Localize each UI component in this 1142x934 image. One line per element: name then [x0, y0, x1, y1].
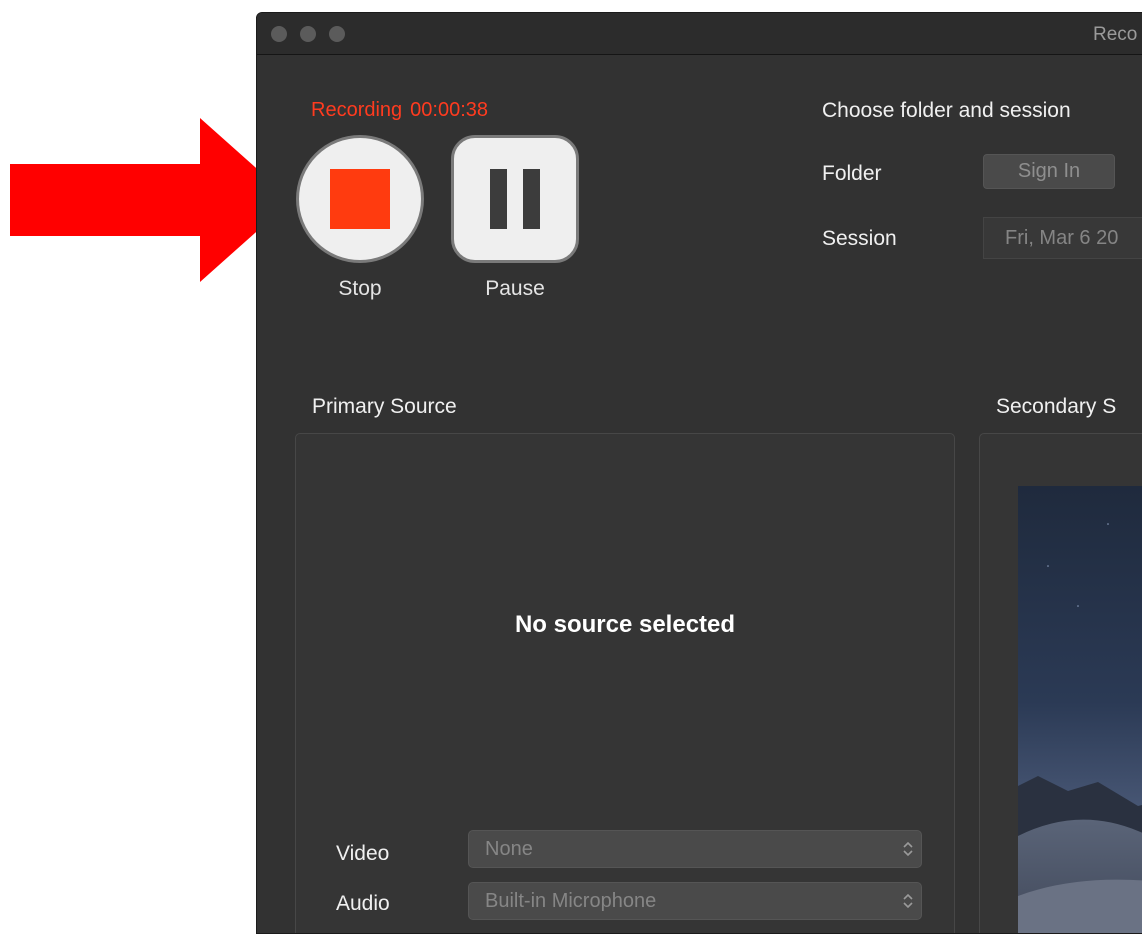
session-label: Session [822, 227, 897, 250]
primary-source-panel: No source selected Video None Audio Buil… [295, 433, 955, 933]
zoom-window-button[interactable] [329, 26, 345, 42]
pause-button[interactable] [451, 135, 579, 263]
audio-select-value: Built-in Microphone [485, 890, 657, 912]
audio-select[interactable]: Built-in Microphone [468, 882, 922, 920]
recorder-window: Reco Recording 00:00:38 Stop Pause Choose… [256, 12, 1142, 934]
recording-status: Recording 00:00:38 [311, 99, 488, 122]
sign-in-button[interactable]: Sign In [983, 154, 1115, 189]
primary-source-title: Primary Source [312, 395, 457, 418]
window-title: Reco [1093, 24, 1138, 45]
recording-status-label: Recording [311, 99, 403, 121]
pause-label: Pause [485, 277, 545, 300]
secondary-source-title: Secondary S [996, 395, 1117, 418]
recording-timer: 00:00:38 [410, 99, 489, 121]
minimize-window-button[interactable] [300, 26, 316, 42]
no-source-message: No source selected [514, 611, 736, 638]
updown-chevron-icon [903, 841, 913, 857]
title-bar: Reco [257, 13, 1142, 55]
folder-label: Folder [822, 162, 882, 185]
annotation-arrow-icon [10, 118, 292, 282]
stop-button[interactable] [296, 135, 424, 263]
audio-label: Audio [336, 892, 390, 915]
stop-label: Stop [338, 277, 382, 300]
video-label: Video [336, 842, 390, 865]
video-select-value: None [485, 838, 533, 860]
stop-icon [330, 169, 390, 229]
destination-heading: Choose folder and session [822, 99, 1071, 122]
pause-icon [482, 169, 548, 229]
close-window-button[interactable] [271, 26, 287, 42]
secondary-source-preview [1018, 486, 1142, 933]
secondary-source-panel [979, 433, 1142, 933]
video-select[interactable]: None [468, 830, 922, 868]
session-field[interactable]: Fri, Mar 6 20 [983, 217, 1142, 259]
updown-chevron-icon [903, 893, 913, 909]
